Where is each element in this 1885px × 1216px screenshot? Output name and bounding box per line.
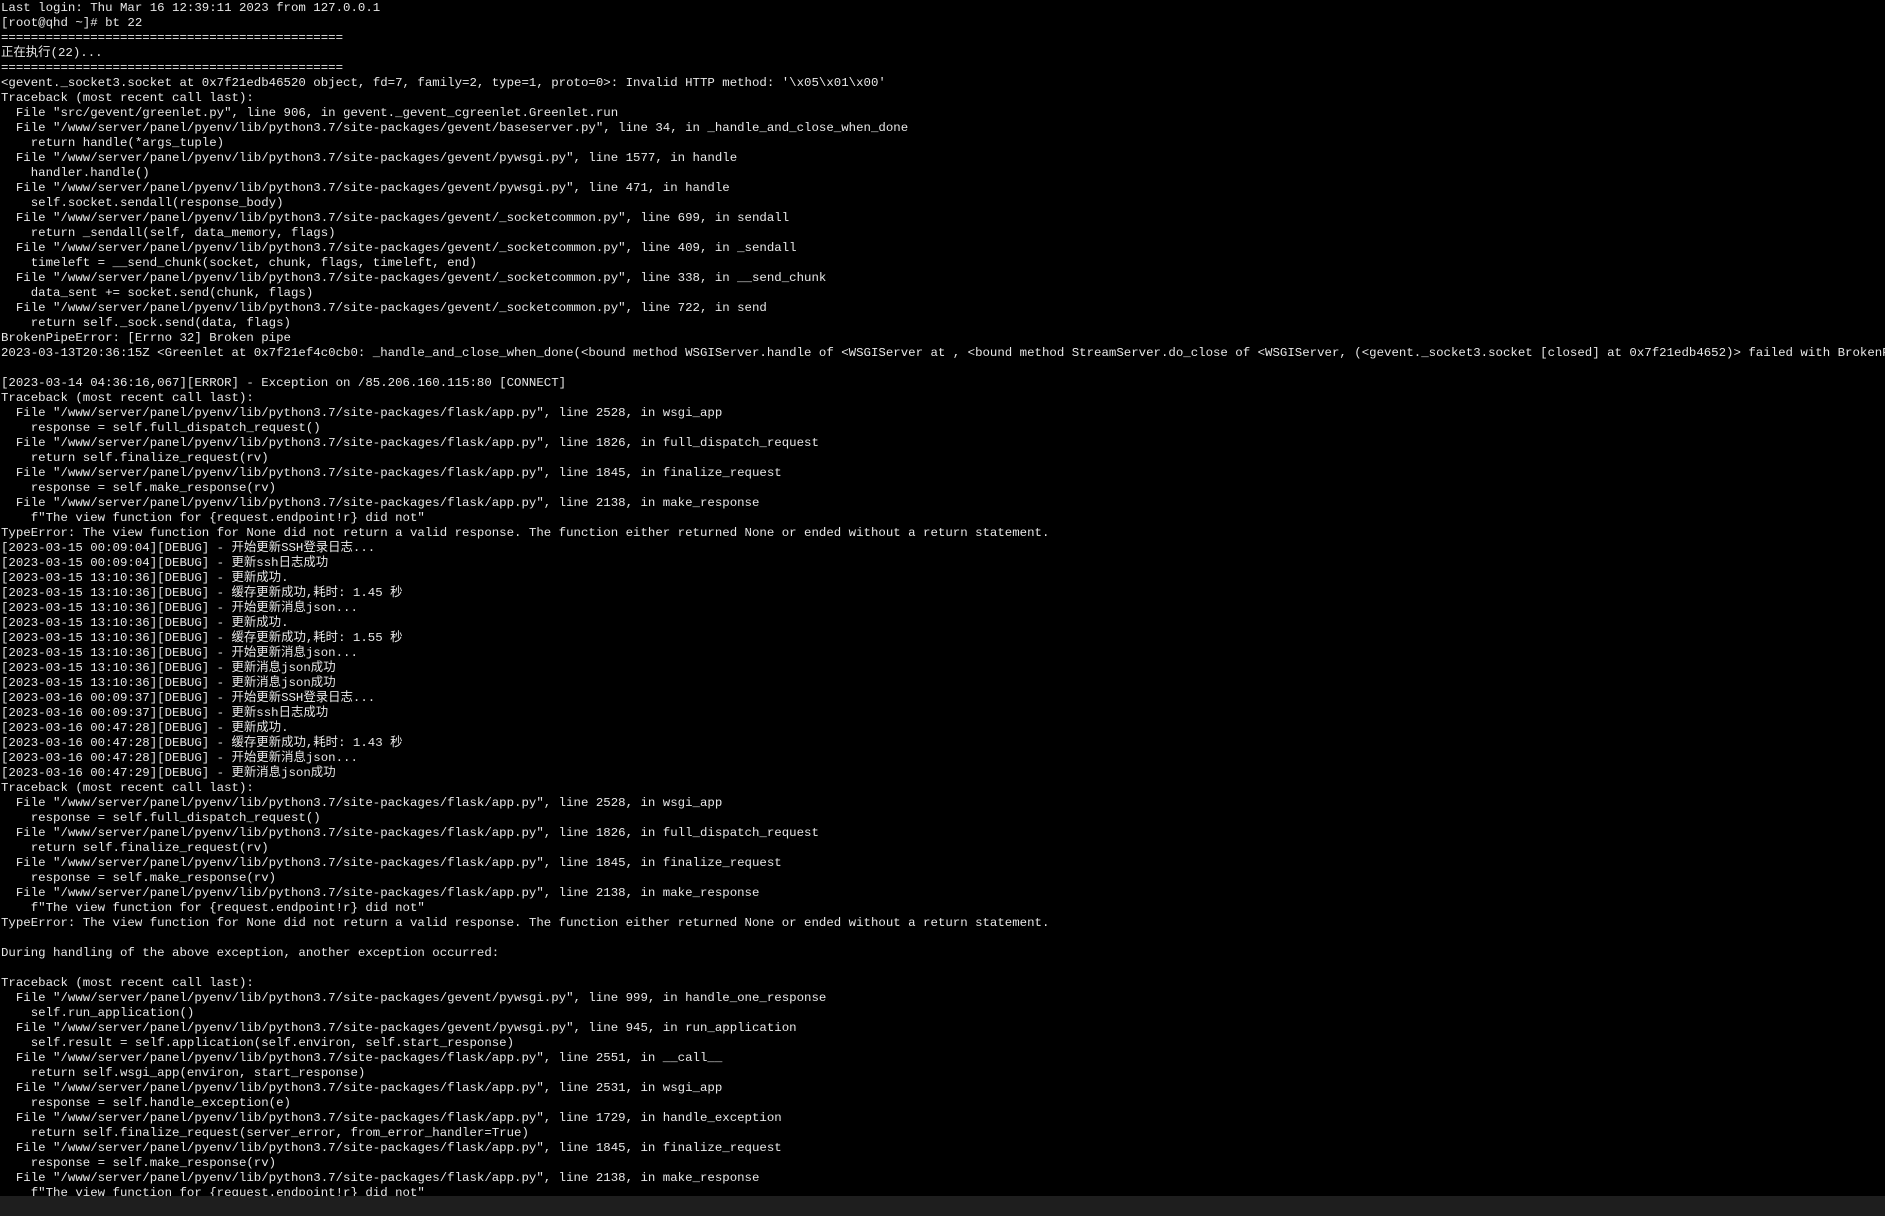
terminal-line: Traceback (most recent call last): [1,91,254,105]
terminal-line: [2023-03-15 13:10:36][DEBUG] - 更新消息json成… [1,661,336,675]
terminal-line: File "/www/server/panel/pyenv/lib/python… [1,1081,723,1095]
terminal-line: self.run_application() [1,1006,195,1020]
terminal-line: <gevent._socket3.socket at 0x7f21edb4652… [1,76,886,90]
terminal-line: [2023-03-14 04:36:16,067][ERROR] - Excep… [1,376,567,390]
terminal-line: File "/www/server/panel/pyenv/lib/python… [1,406,723,420]
terminal-line: File "/www/server/panel/pyenv/lib/python… [1,1021,797,1035]
terminal-line: [2023-03-15 13:10:36][DEBUG] - 缓存更新成功,耗时… [1,631,403,645]
terminal-lines: Last login: Thu Mar 16 12:39:11 2023 fro… [1,1,1885,1196]
terminal-line: Traceback (most recent call last): [1,781,254,795]
terminal-line: TypeError: The view function for None di… [1,916,1050,930]
terminal-line: f"The view function for {request.endpoin… [1,511,425,525]
terminal-line: File "/www/server/panel/pyenv/lib/python… [1,181,730,195]
terminal-line: 正在执行(22)... [1,46,103,60]
terminal-line: self.result = self.application(self.envi… [1,1036,515,1050]
terminal-line: return self.finalize_request(rv) [1,451,269,465]
terminal-output[interactable]: Last login: Thu Mar 16 12:39:11 2023 fro… [0,0,1885,1196]
terminal-line: [2023-03-15 13:10:36][DEBUG] - 更新成功. [1,616,289,630]
terminal-line: File "/www/server/panel/pyenv/lib/python… [1,826,819,840]
terminal-line: 2023-03-13T20:36:15Z <Greenlet at 0x7f21… [1,346,1885,360]
terminal-line: [2023-03-16 00:47:28][DEBUG] - 缓存更新成功,耗时… [1,736,403,750]
terminal-line: handler.handle() [1,166,150,180]
terminal-line: Last login: Thu Mar 16 12:39:11 2023 fro… [1,1,381,15]
terminal-line: File "/www/server/panel/pyenv/lib/python… [1,1051,723,1065]
terminal-line: File "/www/server/panel/pyenv/lib/python… [1,211,790,225]
terminal-line: [2023-03-15 13:10:36][DEBUG] - 缓存更新成功,耗时… [1,586,403,600]
terminal-line: ========================================… [1,31,344,45]
terminal-line: data_sent += socket.send(chunk, flags) [1,286,314,300]
terminal-line: File "/www/server/panel/pyenv/lib/python… [1,796,723,810]
terminal-line: [2023-03-15 00:09:04][DEBUG] - 更新ssh日志成功 [1,556,329,570]
terminal-line: TypeError: The view function for None di… [1,526,1050,540]
terminal-line: File "/www/server/panel/pyenv/lib/python… [1,496,760,510]
terminal-line: BrokenPipeError: [Errno 32] Broken pipe [1,331,291,345]
terminal-line: response = self.full_dispatch_request() [1,421,321,435]
terminal-line: File "/www/server/panel/pyenv/lib/python… [1,886,760,900]
terminal-line: File "/www/server/panel/pyenv/lib/python… [1,271,827,285]
terminal-line: response = self.make_response(rv) [1,1156,277,1170]
terminal-line: [2023-03-16 00:09:37][DEBUG] - 开始更新SSH登录… [1,691,376,705]
terminal-line: File "/www/server/panel/pyenv/lib/python… [1,991,827,1005]
terminal-line: File "/www/server/panel/pyenv/lib/python… [1,856,782,870]
terminal-line: self.socket.sendall(response_body) [1,196,284,210]
terminal-line: Traceback (most recent call last): [1,391,254,405]
terminal-statusbar [0,1196,1885,1216]
terminal-line: File "/www/server/panel/pyenv/lib/python… [1,466,782,480]
terminal-line: return self._sock.send(data, flags) [1,316,291,330]
terminal-line: return handle(*args_tuple) [1,136,225,150]
terminal-line: File "/www/server/panel/pyenv/lib/python… [1,1171,760,1185]
terminal-line: File "/www/server/panel/pyenv/lib/python… [1,1111,782,1125]
terminal-line: File "/www/server/panel/pyenv/lib/python… [1,301,767,315]
terminal-line: f"The view function for {request.endpoin… [1,1186,425,1196]
terminal-line: timeleft = __send_chunk(socket, chunk, f… [1,256,477,270]
terminal-line: File "/www/server/panel/pyenv/lib/python… [1,121,909,135]
terminal-line: f"The view function for {request.endpoin… [1,901,425,915]
terminal-line: [root@qhd ~]# bt 22 [1,16,143,30]
terminal-line: response = self.make_response(rv) [1,871,277,885]
terminal-line: [2023-03-15 13:10:36][DEBUG] - 开始更新消息jso… [1,601,358,615]
terminal-line: [2023-03-16 00:47:28][DEBUG] - 更新成功. [1,721,289,735]
terminal-line: [2023-03-16 00:47:29][DEBUG] - 更新消息json成… [1,766,336,780]
terminal-line: return self.finalize_request(rv) [1,841,269,855]
terminal-line: ========================================… [1,61,344,75]
terminal-line: return self.wsgi_app(environ, start_resp… [1,1066,366,1080]
terminal-line: Traceback (most recent call last): [1,976,254,990]
terminal-line: [2023-03-15 13:10:36][DEBUG] - 更新消息json成… [1,676,336,690]
terminal-line: [2023-03-15 13:10:36][DEBUG] - 开始更新消息jso… [1,646,358,660]
terminal-line: During handling of the above exception, … [1,946,500,960]
terminal-line: File "/www/server/panel/pyenv/lib/python… [1,436,819,450]
terminal-line: File "src/gevent/greenlet.py", line 906,… [1,106,619,120]
terminal-line: File "/www/server/panel/pyenv/lib/python… [1,241,797,255]
terminal-line: return self.finalize_request(server_erro… [1,1126,529,1140]
terminal-line: [2023-03-16 00:47:28][DEBUG] - 开始更新消息jso… [1,751,358,765]
terminal-line: File "/www/server/panel/pyenv/lib/python… [1,1141,782,1155]
terminal-line: [2023-03-15 00:09:04][DEBUG] - 开始更新SSH登录… [1,541,376,555]
terminal-line: response = self.full_dispatch_request() [1,811,321,825]
terminal-line: return _sendall(self, data_memory, flags… [1,226,336,240]
terminal-line: File "/www/server/panel/pyenv/lib/python… [1,151,738,165]
terminal-line: response = self.handle_exception(e) [1,1096,291,1110]
terminal-line: response = self.make_response(rv) [1,481,277,495]
terminal-line: [2023-03-16 00:09:37][DEBUG] - 更新ssh日志成功 [1,706,329,720]
terminal-line: [2023-03-15 13:10:36][DEBUG] - 更新成功. [1,571,289,585]
